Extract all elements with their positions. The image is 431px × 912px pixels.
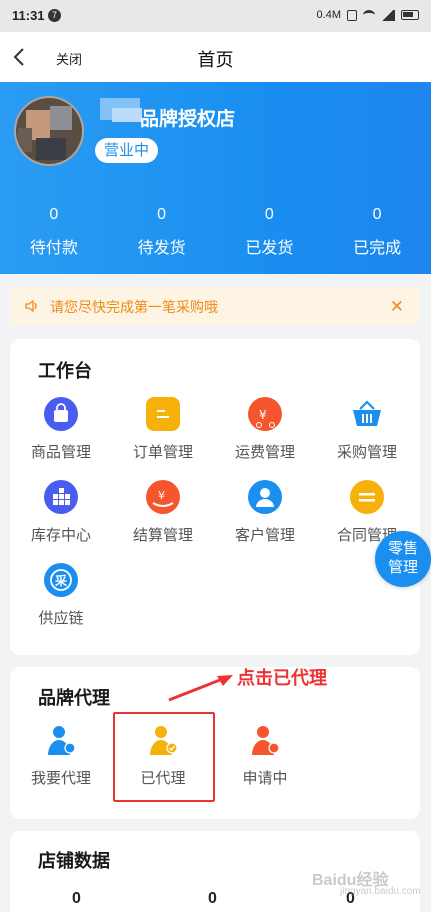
customer-icon [248,480,282,514]
stat-pending-payment[interactable]: 0 待付款 [0,206,108,258]
retail-management-button[interactable]: 零售 管理 [375,531,431,587]
shop-header: 品牌授权店 营业中 0 待付款 0 待发货 0 已发货 0 已完成 [0,82,431,274]
stat-count: 0 [264,206,274,223]
grid-item-orders[interactable]: 订单管理 [112,397,214,462]
grid-item-customers[interactable]: 客户管理 [214,480,316,545]
supply-chain-icon: 采 [44,563,78,597]
order-stats: 0 待付款 0 待发货 0 已发货 0 已完成 [0,206,431,258]
order-list-icon [146,397,180,431]
retail-line2: 管理 [387,559,418,576]
shopping-bag-icon [44,397,78,431]
store-data-title: 店铺数据 [38,851,110,871]
store-data-value: 0 [72,890,81,907]
inventory-blocks-icon [44,480,78,514]
stat-label: 待付款 [29,240,78,257]
grid-item-label: 结算管理 [132,527,193,544]
status-time: 11:31 [12,8,45,23]
settlement-hand-icon: ¥ [146,480,180,514]
stat-count: 0 [157,206,167,223]
speaker-icon [25,299,37,313]
stat-label: 已发货 [245,240,294,257]
store-data-value: 0 [208,890,217,907]
stat-completed[interactable]: 0 已完成 [323,206,431,258]
shop-avatar[interactable] [14,96,84,166]
nav-bar: 关闭 首页 [0,32,431,82]
stat-label: 待发货 [137,240,186,257]
stat-count: 0 [372,206,382,223]
vibrate-icon [347,9,357,21]
watermark-sub: jingyan.baidu.com [340,886,421,897]
shop-name: 品牌授权店 [140,109,236,130]
status-indicators: 0.4M [317,9,419,21]
notice-close-button[interactable]: ✕ [390,297,404,317]
stat-label: 已完成 [353,240,402,257]
svg-text:¥: ¥ [158,489,165,502]
wifi-icon [363,10,375,20]
workbench-title: 工作台 [38,361,92,381]
grid-item-label: 运费管理 [234,444,295,461]
svg-text:¥: ¥ [259,408,267,422]
agent-item-pending[interactable]: 申请中 [214,723,316,788]
supply-chain-glyph: 采 [54,574,67,588]
blurred-name-mask-2 [112,108,142,122]
grid-item-label: 库存中心 [30,527,91,544]
grid-item-label: 申请中 [242,770,288,787]
battery-icon [401,10,419,20]
grid-item-label: 我要代理 [30,770,91,787]
brand-agent-title: 品牌代理 [38,688,110,708]
grid-item-purchasing[interactable]: 采购管理 [316,397,418,462]
stat-shipped[interactable]: 0 已发货 [216,206,324,258]
grid-item-inventory[interactable]: 库存中心 [10,480,112,545]
notification-icon: 7 [48,9,61,22]
workbench-card: 工作台 商品管理 订单管理 ¥ 运费管理 采购管理 库存中心 ¥ 结算管理 客户… [10,339,420,655]
grid-item-label: 采购管理 [336,444,397,461]
network-speed: 0.4M [316,9,341,21]
retail-line1: 零售 [387,540,418,557]
grid-item-supply-chain[interactable]: 采 供应链 [10,563,112,628]
grid-item-shipping[interactable]: ¥ 运费管理 [214,397,316,462]
basket-icon [350,397,384,431]
notice-banner: 请您尽快完成第一笔采购哦 ✕ [10,287,420,325]
stat-count: 0 [49,206,59,223]
stat-pending-shipment[interactable]: 0 待发货 [108,206,216,258]
grid-item-label: 订单管理 [132,444,193,461]
grid-item-label: 商品管理 [30,444,91,461]
annotation-arrow-icon [168,675,233,702]
grid-item-products[interactable]: 商品管理 [10,397,112,462]
shop-status-badge: 营业中 [95,138,159,163]
grid-item-label: 供应链 [38,610,84,627]
annotation-text: 点击已代理 [237,668,327,688]
notice-text: 请您尽快完成第一笔采购哦 [50,299,218,315]
contract-icon [350,480,384,514]
agent-pending-person-icon [248,723,282,757]
grid-item-settlement[interactable]: ¥ 结算管理 [112,480,214,545]
signal-icon [381,9,395,21]
agent-person-icon [44,723,78,757]
page-title: 首页 [197,50,234,70]
status-bar: 11:31 7 0.4M [0,0,431,32]
annotation-highlight-box [113,712,215,802]
delivery-truck-icon: ¥ [248,397,282,431]
agent-item-apply[interactable]: 我要代理 [10,723,112,788]
grid-item-label: 客户管理 [234,527,295,544]
